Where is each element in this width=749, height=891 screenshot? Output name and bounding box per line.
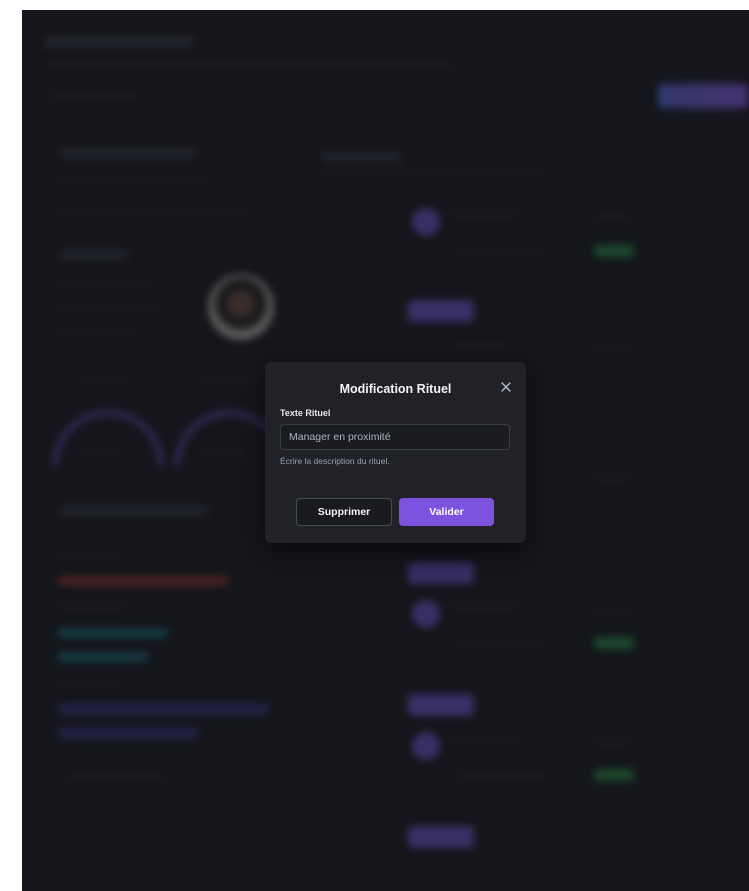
- validate-button[interactable]: Valider: [399, 498, 494, 526]
- close-icon[interactable]: [498, 379, 514, 395]
- modal-dialog: Modification Rituel Texte Rituel Écrire …: [265, 362, 526, 543]
- delete-button[interactable]: Supprimer: [296, 498, 392, 526]
- ritual-text-input[interactable]: [280, 424, 510, 450]
- app-window: Modification Rituel Texte Rituel Écrire …: [22, 10, 749, 891]
- ritual-text-label: Texte Rituel: [280, 408, 331, 418]
- ritual-text-help: Écrire la description du rituel.: [280, 456, 390, 466]
- modal-title: Modification Rituel: [339, 382, 452, 396]
